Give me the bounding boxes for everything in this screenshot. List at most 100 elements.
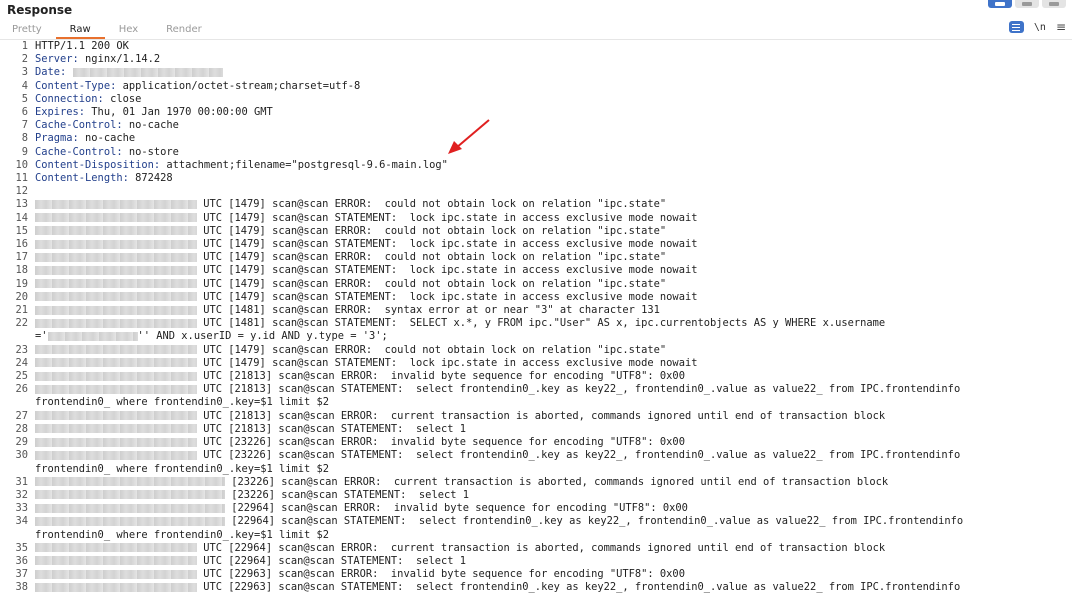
raw-response-editor[interactable]: 1 HTTP/1.1 200 OK 2 Server: nginx/1.14.2 3 Da… [0,40,1072,595]
log-text: UTC [1481] scan@scan ERROR: syntax error… [197,304,660,317]
code-line: 35 UTC [22964] scan@scan ERROR: current … [0,542,1072,555]
header-value: attachment;filename="postgresql-9.6-main… [160,158,448,171]
log-line: UTC [21813] scan@scan ERROR: current tra… [35,410,1072,423]
log-line: UTC [1479] scan@scan ERROR: could not ob… [35,198,1072,211]
line-number: 31 [15,475,28,488]
line-number: 35 [15,541,28,554]
code-line: 24 UTC [1479] scan@scan STATEMENT: lock … [0,357,1072,370]
header-line: Content-Type: application/octet-stream;c… [35,80,1072,93]
line-number: 34 [15,515,28,528]
editor-toolbar: \n ≡ [1008,21,1066,33]
line-number: 16 [15,238,28,251]
line-number: 23 [15,343,28,356]
header-key: Cache-Control: [35,145,123,158]
log-line: UTC [22963] scan@scan ERROR: invalid byt… [35,568,1072,581]
header-line: Expires: Thu, 01 Jan 1970 00:00:00 GMT [35,106,1072,119]
line-number [0,463,35,476]
code-line: 25 UTC [21813] scan@scan ERROR: invalid … [0,370,1072,383]
menu-icon[interactable]: ≡ [1056,21,1066,33]
log-text: [23226] scan@scan ERROR: current transac… [225,475,889,488]
code-line: 10 Content-Disposition: attachment;filena… [0,159,1072,172]
log-text: UTC [21813] scan@scan ERROR: current tra… [197,409,886,422]
code-line: 26 UTC [21813] scan@scan STATEMENT: sele… [0,383,1072,396]
redacted-text [35,345,197,355]
log-text: UTC [1479] scan@scan STATEMENT: lock ipc… [197,356,698,369]
log-text: [23226] scan@scan STATEMENT: select 1 [225,488,469,501]
header-line [35,185,1072,198]
log-text: [22964] scan@scan ERROR: invalid byte se… [225,502,688,515]
redacted-text [72,67,223,77]
header-line: Content-Disposition: attachment;filename… [35,159,1072,172]
code-line: frontendin0_ where frontendin0_.key=$1 l… [0,396,1072,409]
code-line: 16 UTC [1479] scan@scan STATEMENT: lock … [0,238,1072,251]
line-number: 26 [15,383,28,396]
log-line: UTC [22963] scan@scan STATEMENT: select … [35,581,1072,594]
log-line: UTC [1479] scan@scan ERROR: could not ob… [35,225,1072,238]
line-number: 19 [15,277,28,290]
log-text: [22964] scan@scan STATEMENT: select fron… [225,515,964,528]
header-line: Pragma: no-cache [35,132,1072,145]
tab-hex[interactable]: Hex [105,20,152,39]
header-line: Server: nginx/1.14.2 [35,53,1072,66]
header-key: Connection: [35,92,104,105]
layout-toggle-group [988,0,1066,8]
log-line: UTC [21813] scan@scan STATEMENT: select … [35,423,1072,436]
code-line: =' '' AND x.userID = y.id AND y.type = '3… [0,330,1072,343]
log-line: UTC [21813] scan@scan STATEMENT: select … [35,383,1072,396]
header-line: Cache-Control: no-store [35,146,1072,159]
line-number: 9 [21,145,28,158]
line-number: 17 [15,251,28,264]
redacted-text [35,411,197,421]
tab-render[interactable]: Render [152,20,216,39]
line-number: 8 [21,132,28,145]
redacted-text [35,292,197,302]
line-number: 11 [15,172,28,185]
show-newlines-button[interactable]: \n [1034,22,1046,33]
code-line: 15 UTC [1479] scan@scan ERROR: could not… [0,225,1072,238]
code-line: 14 UTC [1479] scan@scan STATEMENT: lock … [0,212,1072,225]
log-text: UTC [1479] scan@scan ERROR: could not ob… [197,198,667,211]
log-text: UTC [1479] scan@scan ERROR: could not ob… [197,251,667,264]
tab-raw[interactable]: Raw [55,20,105,39]
code-line: 18 UTC [1479] scan@scan STATEMENT: lock … [0,264,1072,277]
header-value: no-store [122,145,179,158]
redacted-text [35,582,197,592]
redacted-text [35,556,197,566]
code-line: 12 [0,185,1072,198]
layout-vertical-icon[interactable] [1042,0,1066,8]
log-line: UTC [1481] scan@scan ERROR: syntax error… [35,304,1072,317]
code-line: 29 UTC [23226] scan@scan ERROR: invalid … [0,436,1072,449]
header-line: Cache-Control: no-cache [35,119,1072,132]
redacted-text [35,450,197,460]
layout-split-icon[interactable] [988,0,1012,8]
redacted-text [35,358,197,368]
log-text: UTC [1479] scan@scan STATEMENT: lock ipc… [197,290,698,303]
header-value: 872428 [128,172,173,185]
line-number: 10 [15,158,28,171]
code-line: 22 UTC [1481] scan@scan STATEMENT: SELEC… [0,317,1072,330]
header-key: Server: [35,53,79,66]
code-line: 21 UTC [1481] scan@scan ERROR: syntax er… [0,304,1072,317]
code-line: frontendin0_ where frontendin0_.key=$1 l… [0,529,1072,542]
message-actions-icon[interactable] [1008,21,1024,33]
line-number: 29 [15,436,28,449]
header-line: Date: [35,66,1072,79]
tab-pretty[interactable]: Pretty [0,20,56,39]
log-text: UTC [22963] scan@scan ERROR: invalid byt… [197,568,685,581]
code-line: 36 UTC [22964] scan@scan STATEMENT: sele… [0,555,1072,568]
header-value: Thu, 01 Jan 1970 00:00:00 GMT [85,106,273,119]
header-key: Cache-Control: [35,119,123,132]
layout-horizontal-icon[interactable] [1015,0,1039,8]
header-value: close [103,92,142,105]
line-number: 32 [15,488,28,501]
redacted-text [35,265,197,275]
redacted-text [35,226,197,236]
log-text: UTC [1481] scan@scan STATEMENT: SELECT x… [197,317,886,330]
log-line: UTC [1479] scan@scan STATEMENT: lock ipc… [35,357,1072,370]
line-number: 28 [15,422,28,435]
code-line: 8 Pragma: no-cache [0,132,1072,145]
code-line: 28 UTC [21813] scan@scan STATEMENT: sele… [0,423,1072,436]
redacted-text [35,477,225,487]
redacted-text [35,239,197,249]
line-number: 27 [15,409,28,422]
